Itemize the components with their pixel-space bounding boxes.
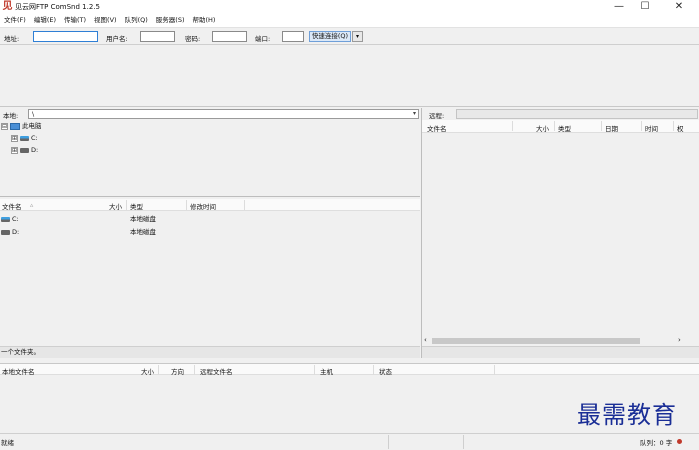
local-path-input[interactable]: \ ▾ — [28, 109, 419, 119]
chevron-down-icon[interactable]: ▾ — [413, 110, 416, 118]
port-input[interactable] — [282, 31, 304, 42]
username-input[interactable] — [140, 31, 175, 42]
column-header-type[interactable]: 类型 — [130, 201, 143, 211]
status-divider — [388, 435, 389, 449]
username-label: 用户名: — [106, 35, 128, 43]
expand-icon[interactable]: ⊞ — [11, 134, 18, 142]
status-bar: 就绪 队列：0 字 — [0, 433, 699, 450]
column-header-time[interactable]: 时间 — [645, 123, 658, 133]
file-name: D: — [12, 228, 20, 236]
file-name: C: — [12, 215, 19, 223]
tree-item-label: C: — [31, 134, 38, 142]
column-divider[interactable] — [601, 121, 602, 131]
expand-icon[interactable]: ⊞ — [11, 146, 18, 154]
column-header-size[interactable]: 大小 — [109, 201, 122, 211]
message-log[interactable] — [0, 45, 699, 107]
connection-status-icon — [677, 439, 682, 444]
column-header-filename[interactable]: 文件名 — [2, 201, 22, 211]
column-divider[interactable] — [494, 365, 495, 375]
drive-icon — [1, 229, 10, 235]
column-divider[interactable] — [373, 365, 374, 375]
local-path-value: \ — [32, 110, 35, 118]
local-file-list-header: 文件名 ▵ 大小 类型 修改时间 — [0, 199, 420, 211]
column-divider[interactable] — [126, 200, 127, 210]
column-divider[interactable] — [314, 365, 315, 375]
local-path-bar: 本地: \ ▾ — [0, 108, 420, 120]
status-ready-text: 就绪 — [1, 439, 14, 447]
host-input[interactable] — [33, 31, 98, 42]
column-header-modified[interactable]: 修改时间 — [190, 201, 216, 211]
column-divider[interactable] — [673, 121, 674, 131]
tree-item-d-drive[interactable]: ⊞ D: — [11, 145, 38, 156]
menu-queue[interactable]: 队列(Q) — [121, 14, 152, 27]
remote-path-input — [456, 109, 698, 119]
scroll-left-icon[interactable]: ‹ — [424, 336, 427, 344]
column-divider[interactable] — [641, 121, 642, 131]
column-divider[interactable] — [554, 121, 555, 131]
menu-file[interactable]: 文件(F) — [0, 14, 30, 27]
password-label: 密码: — [185, 35, 201, 43]
menu-server[interactable]: 服务器(S) — [152, 14, 189, 27]
tree-item-label: 此电脑 — [22, 122, 42, 130]
local-path-label: 本地: — [3, 112, 19, 120]
remote-file-list-header: 文件名 大小 类型 日期 时间 权 — [422, 120, 699, 133]
column-header-date[interactable]: 日期 — [605, 123, 618, 133]
quickconnect-dropdown-button[interactable]: ▾ — [352, 31, 363, 42]
column-header-permissions[interactable]: 权 — [677, 123, 684, 133]
remote-path-bar: 远程: — [422, 108, 699, 120]
column-divider[interactable] — [512, 121, 513, 131]
column-header-type[interactable]: 类型 — [558, 123, 571, 133]
column-header-size[interactable]: 大小 — [536, 123, 549, 133]
menu-transfer[interactable]: 传输(T) — [60, 14, 90, 27]
drive-icon — [20, 147, 29, 153]
menu-edit[interactable]: 编辑(E) — [30, 14, 60, 27]
quickconnect-button[interactable]: 快速连接(Q) — [309, 31, 351, 42]
tree-item-c-drive[interactable]: ⊞ C: — [11, 133, 38, 144]
remote-pane: 远程: 文件名 大小 类型 日期 时间 权 ‹ › — [421, 108, 699, 358]
local-directory-tree[interactable]: ⊟ 此电脑 ⊞ C: ⊞ D: — [0, 120, 420, 197]
watermark-text: 最需教育 — [577, 401, 677, 429]
menu-bar: 文件(F) 编辑(E) 传输(T) 视图(V) 队列(Q) 服务器(S) 帮助(… — [0, 14, 699, 28]
remote-status-text — [422, 346, 699, 358]
collapse-icon[interactable]: ⊟ — [1, 122, 8, 130]
system-drive-icon — [1, 216, 10, 222]
file-type: 本地磁盘 — [130, 215, 156, 223]
column-divider[interactable] — [158, 365, 159, 375]
scrollbar-thumb[interactable] — [432, 338, 640, 344]
maximize-button[interactable]: ☐ — [629, 0, 661, 14]
port-label: 端口: — [255, 35, 271, 43]
system-drive-icon — [20, 135, 29, 141]
remote-file-list[interactable] — [422, 134, 699, 336]
remote-path-label: 远程: — [429, 112, 445, 120]
password-input[interactable] — [212, 31, 247, 42]
file-type: 本地磁盘 — [130, 228, 156, 236]
local-status-text: 一个文件夹。 — [0, 346, 420, 358]
close-button[interactable]: ✕ — [663, 0, 695, 14]
list-item[interactable]: D: 本地磁盘 — [0, 226, 420, 238]
queue-header: 本地文件名 大小 方向 远程文件名 主机 状态 — [0, 363, 699, 376]
column-header-filename[interactable]: 文件名 — [427, 123, 447, 133]
status-divider — [463, 435, 464, 449]
computer-icon — [10, 122, 20, 130]
column-divider[interactable] — [244, 200, 245, 210]
remote-horizontal-scrollbar[interactable]: ‹ › — [422, 336, 687, 346]
menu-view[interactable]: 视图(V) — [90, 14, 121, 27]
app-logo-icon: 见 — [2, 1, 13, 12]
column-divider[interactable] — [194, 365, 195, 375]
column-divider[interactable] — [186, 200, 187, 210]
title-bar: 见 见云网FTP ComSnd 1.2.5 — ☐ ✕ — [0, 0, 699, 14]
scroll-right-icon[interactable]: › — [678, 336, 681, 344]
window-title: 见云网FTP ComSnd 1.2.5 — [15, 3, 100, 11]
tree-item-label: D: — [31, 146, 39, 154]
tree-item-this-pc[interactable]: ⊟ 此电脑 — [1, 121, 42, 132]
quickconnect-bar: 地址: 用户名: 密码: 端口: 快速连接(Q) ▾ — [0, 29, 699, 45]
queue-count-text: 队列：0 字 — [640, 439, 673, 447]
sort-ascending-icon: ▵ — [30, 201, 34, 209]
list-item[interactable]: C: 本地磁盘 — [0, 213, 420, 225]
local-file-list[interactable]: C: 本地磁盘 D: 本地磁盘 — [0, 212, 420, 346]
menu-help[interactable]: 帮助(H) — [188, 14, 219, 27]
host-label: 地址: — [4, 35, 20, 43]
